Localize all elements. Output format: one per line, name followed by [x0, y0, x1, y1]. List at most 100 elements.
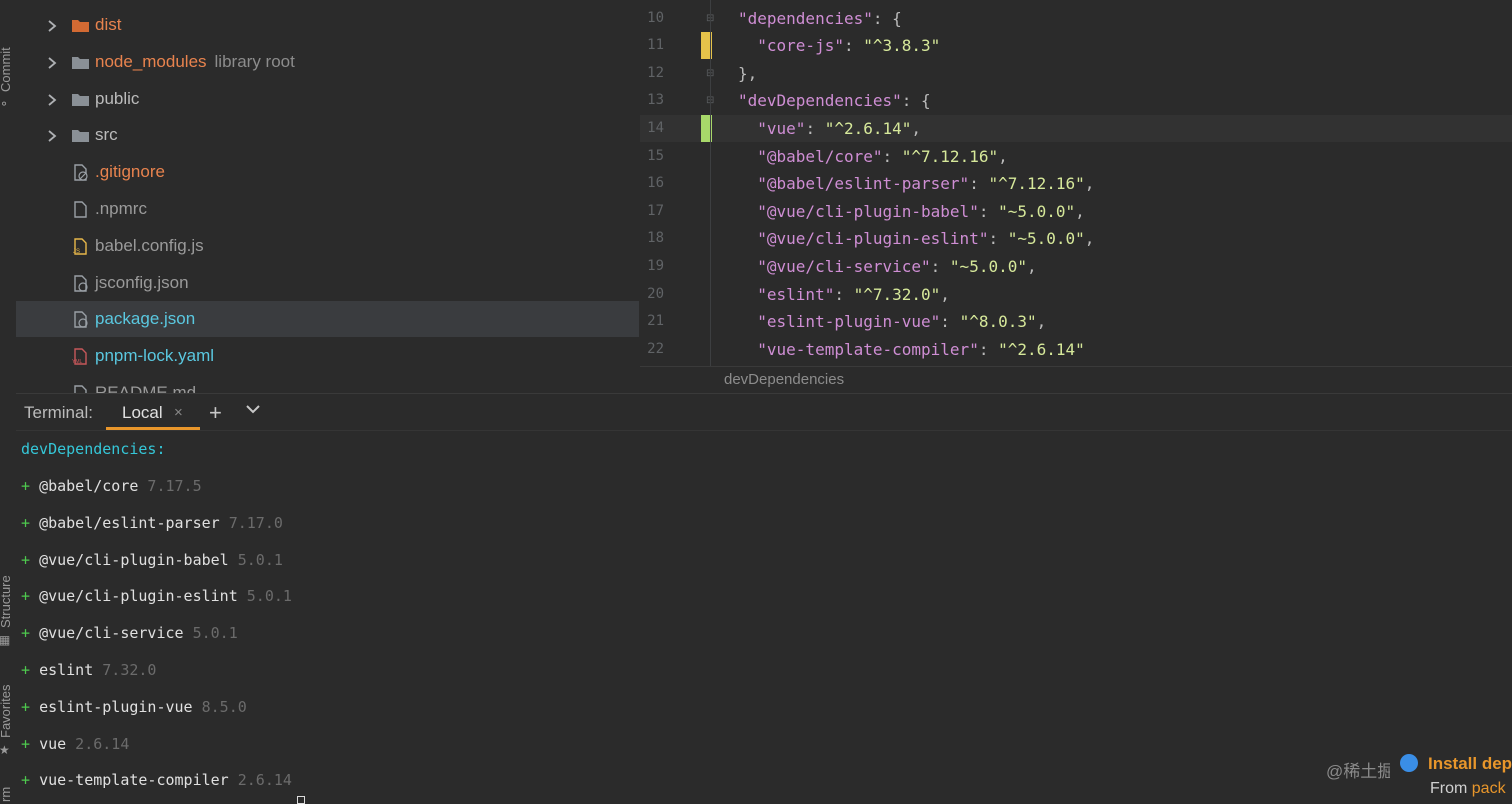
- line-number: 20: [647, 285, 664, 302]
- terminal-line: + @vue/cli-service 5.0.1: [21, 624, 238, 642]
- file-icon: JS: [71, 238, 90, 255]
- terminal-line: + @babel/core 7.17.5: [21, 477, 202, 495]
- close-tab-icon[interactable]: ×: [174, 404, 183, 421]
- package-name: vue: [39, 734, 67, 753]
- line-number: 10: [647, 9, 664, 26]
- code-token: "core-js": [757, 36, 844, 56]
- code-line: },: [738, 60, 757, 87]
- line-number: 14: [647, 119, 664, 136]
- code-token: "^7.12.16": [901, 146, 999, 166]
- code-token: :: [843, 36, 864, 56]
- code-token: "@vue/cli-plugin-babel": [757, 201, 979, 221]
- line-number: 13: [647, 92, 664, 109]
- tree-item-hint: library root: [214, 51, 295, 71]
- chevron-right-icon[interactable]: [46, 92, 58, 106]
- fold-icon[interactable]: ⊟: [706, 96, 716, 106]
- tree-item-label: README.md: [95, 383, 197, 393]
- tree-item[interactable]: dist: [16, 7, 639, 43]
- editor-breadcrumb[interactable]: devDependencies: [640, 366, 1512, 394]
- code-token: ,: [1036, 312, 1047, 332]
- folder-icon: [71, 91, 90, 108]
- code-editor[interactable]: 10 ⊟ 11 12 ⊟ 13 ⊟ 14 15 16 17 18 19 20 21 22 "dependenc…: [640, 0, 1512, 366]
- code-token: "^2.6.14": [998, 339, 1085, 359]
- added-marker: +: [21, 661, 40, 679]
- terminal-panel[interactable]: Terminal: Local × + devDependencies: + @…: [16, 393, 1512, 803]
- add-terminal-icon[interactable]: +: [209, 400, 222, 426]
- commit-icon: ⚬: [0, 97, 10, 111]
- terminal-title: Terminal:: [24, 403, 93, 422]
- code-token: :: [978, 339, 999, 359]
- code-token: :: [882, 146, 902, 166]
- package-name: @vue/cli-plugin-babel: [39, 550, 229, 569]
- code-token: ,: [911, 118, 922, 138]
- terminal-tab-local[interactable]: Local ×: [106, 394, 200, 430]
- code-line: "@vue/cli-plugin-eslint": "~5.0.0",: [738, 225, 1094, 252]
- added-marker: +: [21, 624, 40, 643]
- tree-item-label: pnpm-lock.yaml: [95, 346, 215, 366]
- terminal-cursor: [297, 796, 305, 804]
- tree-item-label: node_modules library root: [95, 51, 295, 71]
- line-number: 19: [647, 257, 664, 274]
- tree-item[interactable]: .npmrc: [16, 191, 639, 227]
- chevron-right-icon[interactable]: [46, 55, 58, 69]
- code-line: "@babel/core": "^7.12.16",: [738, 143, 1008, 170]
- chevron-down-icon[interactable]: [245, 401, 261, 417]
- package-name: @babel/core: [39, 477, 139, 495]
- package-version: 5.0.1: [228, 550, 283, 569]
- info-icon: [1400, 754, 1418, 772]
- tree-item[interactable]: public: [16, 81, 639, 117]
- code-token: :: [940, 312, 960, 332]
- code-token: ,: [1075, 201, 1085, 221]
- terminal-tab-label: Local: [122, 403, 163, 422]
- chevron-right-icon[interactable]: [46, 128, 58, 143]
- tree-item[interactable]: JS babel.config.js: [16, 228, 639, 264]
- tool-window-strip: Commit ⚬ Structure ▦ Favorites ★ rm: [0, 0, 17, 802]
- code-token: {: [921, 91, 931, 111]
- tree-item[interactable]: README.md: [16, 375, 639, 393]
- chevron-right-icon[interactable]: [46, 18, 58, 32]
- editor-gutter: 10 ⊟ 11 12 ⊟ 13 ⊟ 14 15 16 17 18 19 20 21 22: [640, 0, 714, 366]
- folder-icon: [71, 17, 90, 34]
- code-token: :: [978, 201, 999, 221]
- folder-icon: [71, 127, 90, 144]
- file-icon: [71, 274, 90, 292]
- terminal-header: Terminal: Local × +: [16, 394, 1512, 431]
- folder-icon: [71, 54, 90, 71]
- code-token: "eslint-plugin-vue": [757, 312, 941, 332]
- terminal-line: + @babel/eslint-parser 7.17.0: [21, 514, 283, 532]
- notification-link[interactable]: pack: [1472, 780, 1506, 797]
- terminal-heading: devDependencies:: [21, 440, 166, 458]
- code-token: "@vue/cli-plugin-eslint": [757, 229, 989, 249]
- fold-icon[interactable]: ⊟: [706, 13, 716, 24]
- tree-item[interactable]: package.json: [16, 301, 639, 338]
- package-version: 2.6.14: [228, 771, 292, 790]
- package-name: @vue/cli-service: [39, 624, 184, 643]
- tree-item[interactable]: node_modules library root: [16, 44, 639, 80]
- code-token: ,: [1084, 174, 1095, 194]
- tree-item[interactable]: .gitignore: [16, 154, 639, 190]
- tree-item[interactable]: jsconfig.json: [16, 265, 639, 301]
- install-notification[interactable]: Install dep From pack: [1390, 745, 1512, 802]
- package-version: 5.0.1: [237, 587, 292, 606]
- indent-guide: [710, 0, 711, 366]
- code-token: "dependencies": [738, 8, 873, 28]
- commit-tab-label: Commit: [0, 47, 13, 92]
- tree-item[interactable]: YML pnpm-lock.yaml: [16, 338, 639, 374]
- breadcrumb-item[interactable]: devDependencies: [724, 371, 844, 388]
- code-token: ,: [998, 146, 1008, 166]
- code-token: :: [834, 284, 854, 304]
- added-marker: +: [21, 550, 40, 569]
- tree-item[interactable]: src: [16, 117, 639, 153]
- code-token: :: [872, 8, 893, 28]
- notification-body-prefix: From: [1430, 780, 1472, 797]
- code-token: "^2.6.14": [824, 118, 912, 138]
- package-version: 7.17.5: [138, 477, 202, 495]
- fold-icon[interactable]: ⊟: [706, 68, 716, 79]
- structure-icon: ▦: [0, 633, 11, 647]
- code-token: "eslint": [757, 284, 835, 304]
- line-number: 15: [647, 147, 664, 164]
